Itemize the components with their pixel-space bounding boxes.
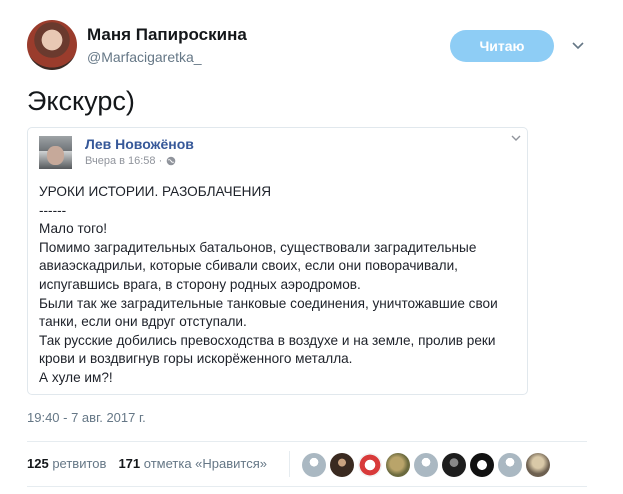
quote-body: УРОКИ ИСТОРИИ. РАЗОБЛАЧЕНИЯ ------ Мало …: [39, 183, 519, 388]
quote-line: крови и воздвигнув горы искорёженного ме…: [39, 351, 353, 367]
quoted-post[interactable]: Лев Новожёнов Вчера в 16:58 · УРОКИ ИСТО…: [27, 127, 528, 395]
quote-meta: Вчера в 16:58 ·: [85, 155, 176, 167]
chevron-down-icon[interactable]: [570, 38, 586, 54]
author-avatar[interactable]: [27, 20, 77, 70]
liker-avatar[interactable]: [414, 453, 438, 477]
liker-avatar[interactable]: [526, 453, 550, 477]
quote-author-avatar[interactable]: [39, 136, 72, 169]
quote-line: Мало того!: [39, 221, 108, 237]
liker-avatar[interactable]: [386, 453, 410, 477]
liker-avatar[interactable]: [498, 453, 522, 477]
quote-line: танки, если они вдруг отступали.: [39, 314, 247, 330]
quote-line: испугавшись врага, в сторону родных аэро…: [39, 276, 361, 292]
chevron-down-icon[interactable]: [511, 134, 521, 142]
tweet-text: Экскурс): [27, 86, 135, 116]
liker-avatar[interactable]: [358, 453, 382, 477]
liker-avatars: [302, 453, 550, 477]
likes-label: отметка «Нравится»: [143, 456, 267, 471]
quote-time[interactable]: Вчера в 16:58 ·: [85, 155, 162, 167]
liker-avatar[interactable]: [442, 453, 466, 477]
author-handle[interactable]: @Marfacigaretka_: [87, 49, 202, 65]
retweets-stat[interactable]: 125 ретвитов: [27, 456, 106, 471]
retweets-count: 125: [27, 456, 49, 471]
retweets-label: ретвитов: [52, 456, 107, 471]
author-name[interactable]: Маня Папироскина: [87, 25, 247, 45]
quote-line: А хуле им?!: [39, 369, 113, 385]
likes-count: 171: [118, 456, 141, 471]
divider: [289, 451, 290, 477]
quote-line: УРОКИ ИСТОРИИ. РАЗОБЛАЧЕНИЯ: [39, 184, 272, 199]
quote-line: авиаэскадрильи, которые сбивали своих, е…: [39, 258, 458, 274]
globe-icon: [166, 156, 176, 166]
quote-author-name[interactable]: Лев Новожёнов: [85, 136, 194, 152]
divider: [27, 486, 587, 487]
quote-line: ------: [39, 202, 67, 218]
quote-line: Были так же заградительные танковые соед…: [39, 295, 498, 311]
tweet-timestamp[interactable]: 19:40 - 7 авг. 2017 г.: [27, 410, 146, 425]
quote-line: Так русские добились превосходства в воз…: [39, 332, 496, 348]
divider: [27, 441, 587, 442]
liker-avatar[interactable]: [330, 453, 354, 477]
engagement-stats: 125 ретвитов 171 отметка «Нравится»: [27, 456, 267, 471]
follow-button[interactable]: Читаю: [450, 30, 554, 62]
likes-stat[interactable]: 171 отметка «Нравится»: [118, 456, 267, 471]
liker-avatar[interactable]: [470, 453, 494, 477]
quote-line: Помимо заградительных батальонов, сущест…: [39, 239, 477, 255]
liker-avatar[interactable]: [302, 453, 326, 477]
